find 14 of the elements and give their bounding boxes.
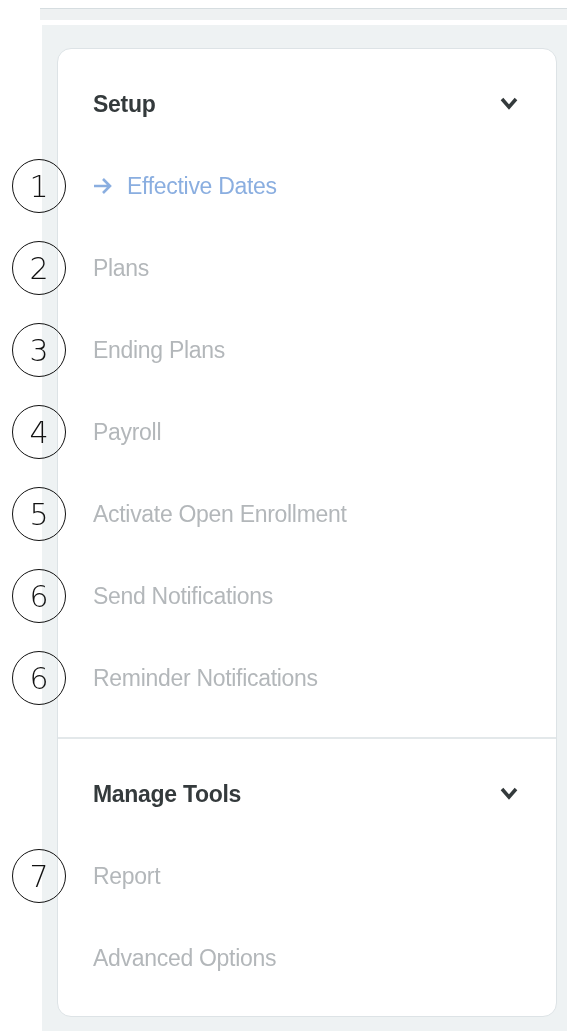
arrow-right-icon bbox=[93, 177, 113, 195]
nav-item[interactable]: Plans bbox=[93, 250, 150, 286]
nav-item[interactable]: Reminder Notifications bbox=[93, 660, 318, 696]
nav-item[interactable]: Effective Dates bbox=[93, 168, 277, 204]
nav-item[interactable]: Report bbox=[93, 858, 161, 894]
nav-item[interactable]: Advanced Options bbox=[93, 940, 277, 976]
section-title: Manage Tools bbox=[93, 779, 242, 809]
section-title: Setup bbox=[93, 89, 156, 119]
chevron-down-icon[interactable] bbox=[500, 97, 518, 111]
nav-item[interactable]: Send Notifications bbox=[93, 578, 273, 614]
nav-item[interactable]: Activate Open Enrollment bbox=[93, 496, 347, 532]
chevron-down-icon[interactable] bbox=[500, 787, 518, 801]
nav-item[interactable]: Payroll bbox=[93, 414, 162, 450]
nav-item[interactable]: Ending Plans bbox=[93, 332, 225, 368]
